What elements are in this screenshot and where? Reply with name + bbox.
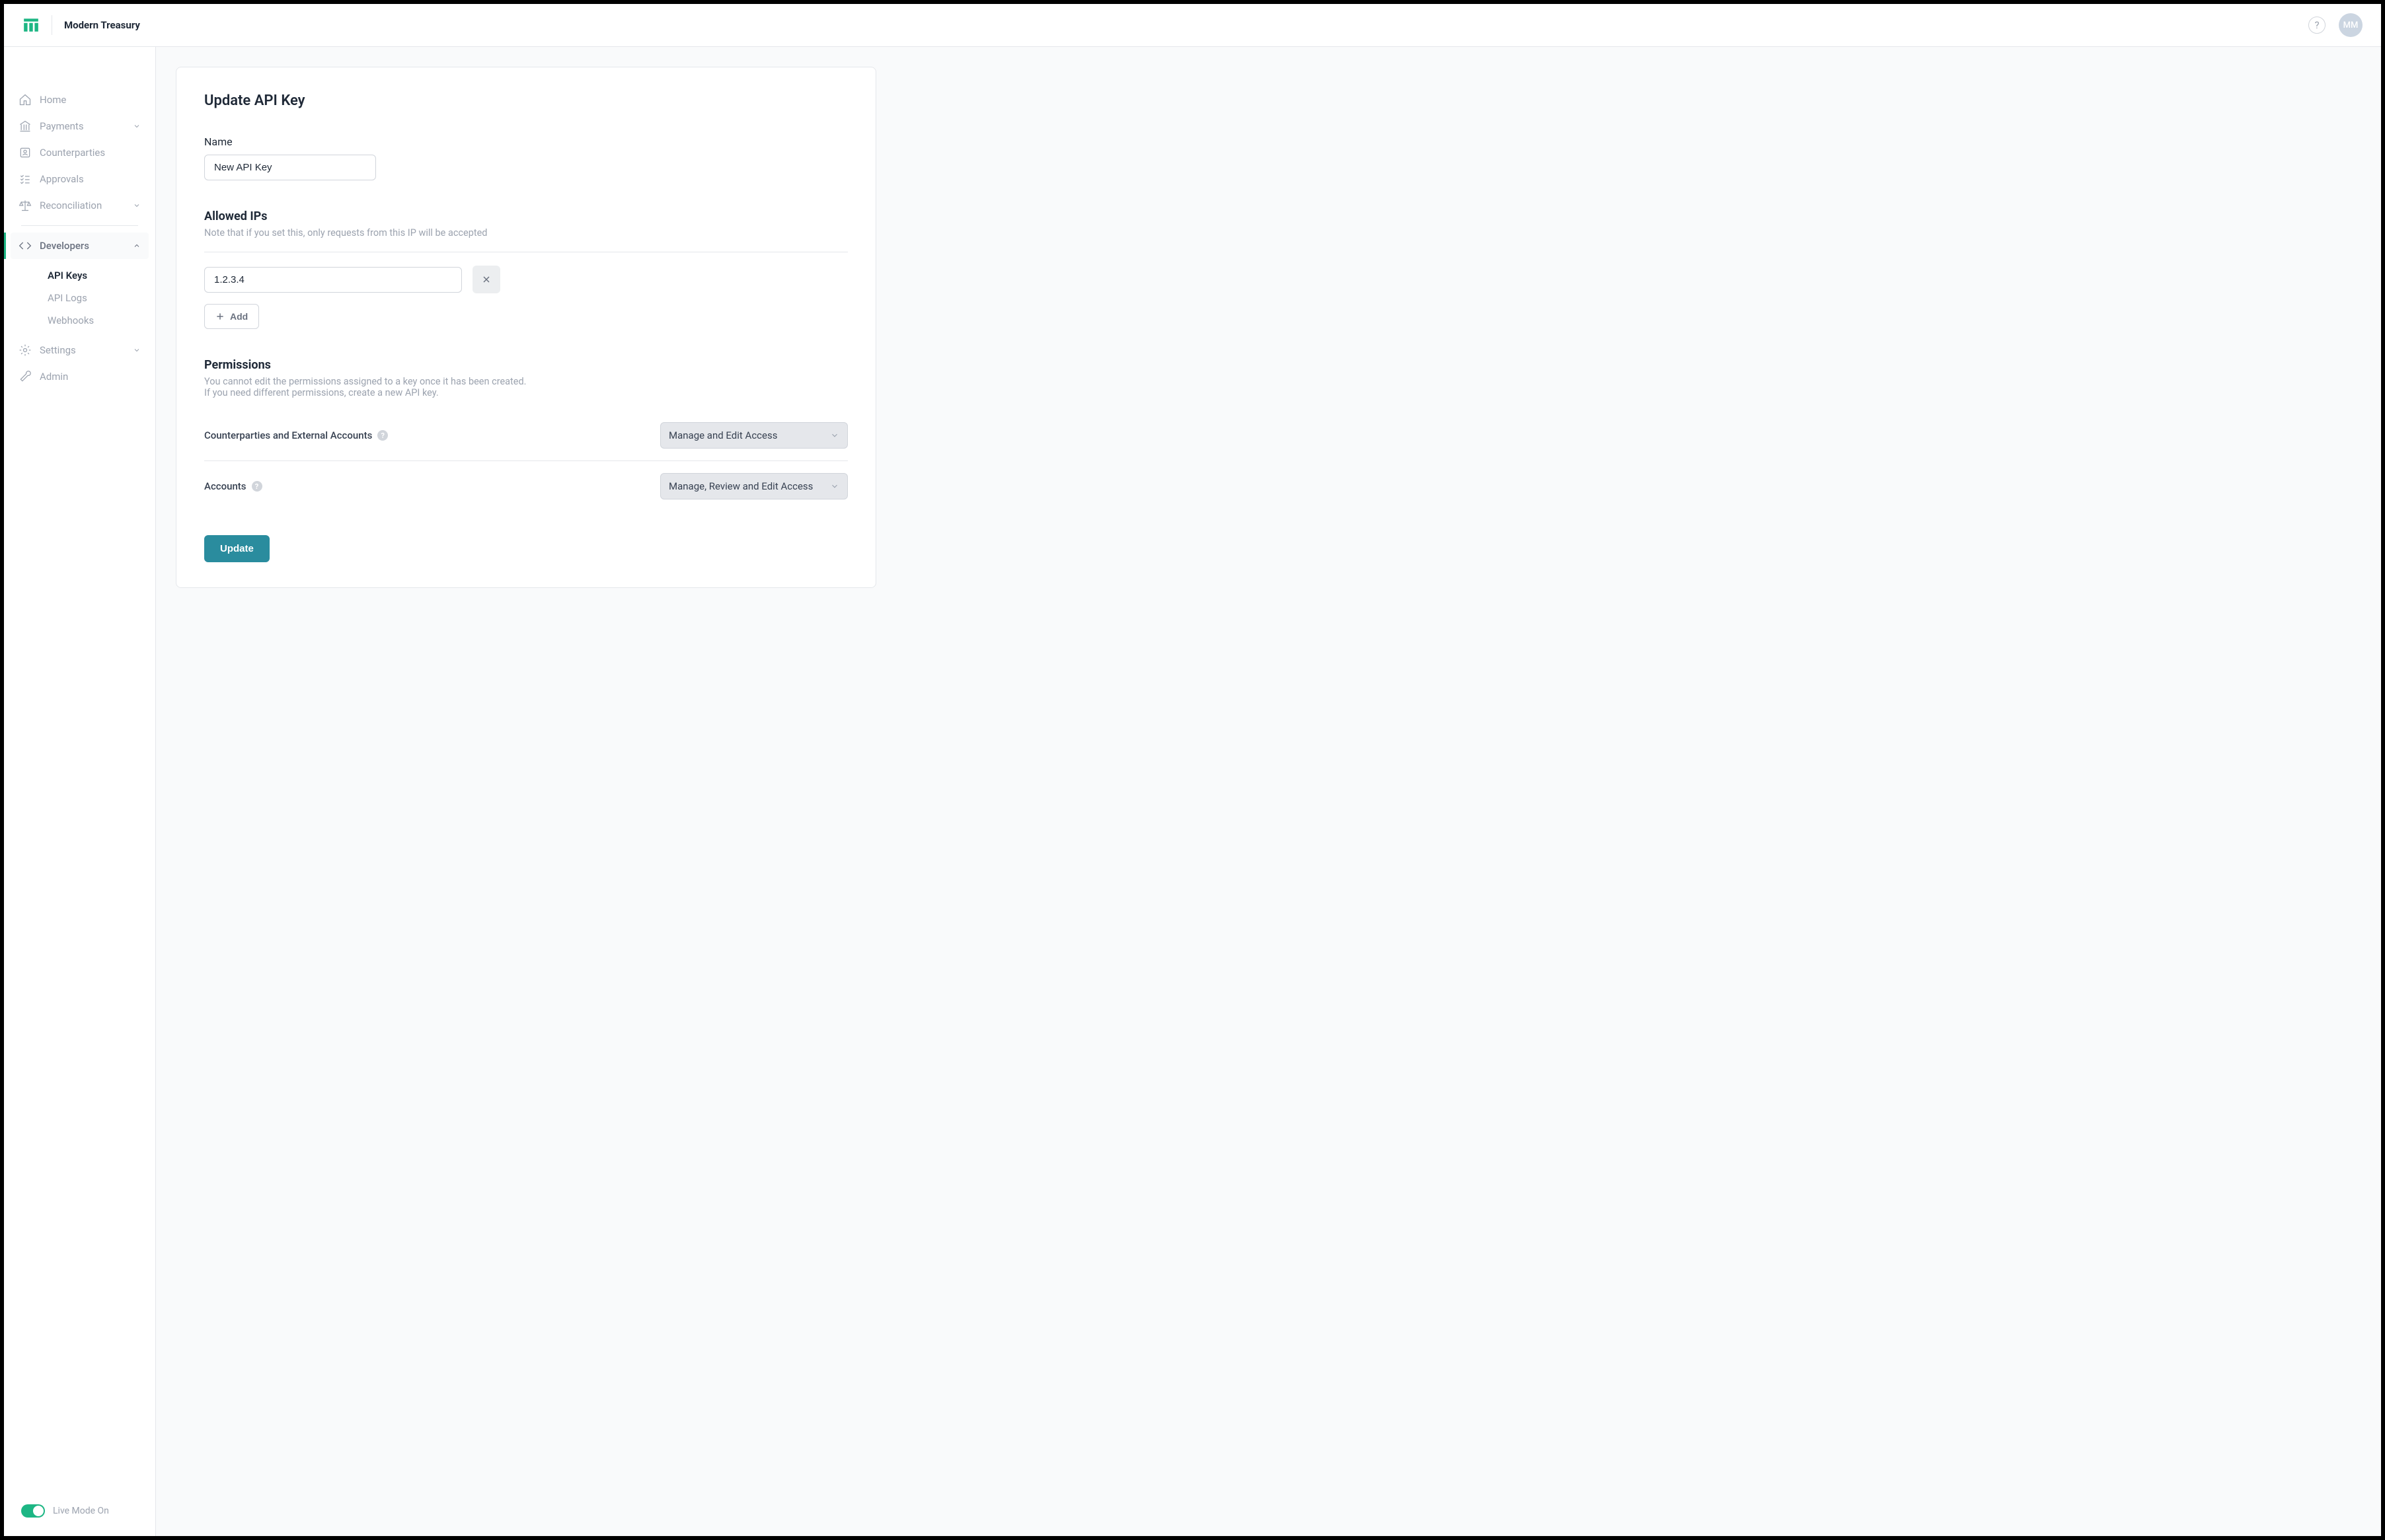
sidebar-item-settings[interactable]: Settings [11, 337, 149, 363]
perm-value-0: Manage and Edit Access [669, 429, 777, 441]
sidebar: Home Payments Counterparties Approvals [4, 47, 156, 1536]
perm-label-1: Accounts [204, 480, 246, 492]
app-header: Modern Treasury ? MM [4, 4, 2381, 47]
name-label: Name [204, 135, 848, 148]
home-icon [19, 93, 32, 106]
main-area: Update API Key Name Allowed IPs Note tha… [156, 47, 2381, 1536]
sidebar-item-label: Home [40, 94, 66, 106]
perm-value-1: Manage, Review and Edit Access [669, 480, 813, 492]
sidebar-item-label: Counterparties [40, 147, 105, 159]
avatar[interactable]: MM [2339, 13, 2363, 37]
name-input[interactable] [204, 155, 376, 180]
plus-icon [215, 312, 225, 321]
sidebar-item-label: Developers [40, 240, 89, 252]
chevron-down-icon [133, 346, 141, 354]
chevron-down-icon [133, 202, 141, 209]
sidebar-item-label: Payments [40, 120, 84, 132]
developers-subnav: API Keys API Logs Webhooks [11, 259, 149, 337]
ip-input[interactable] [204, 267, 462, 293]
sidebar-item-approvals[interactable]: Approvals [11, 166, 149, 192]
perm-label-0: Counterparties and External Accounts [204, 429, 372, 441]
brand-logo[interactable] [22, 17, 40, 34]
checklist-icon [19, 172, 32, 186]
form-card: Update API Key Name Allowed IPs Note tha… [176, 67, 876, 588]
permissions-title: Permissions [204, 358, 848, 372]
sidebar-item-label: Settings [40, 344, 76, 356]
chevron-down-icon [830, 482, 839, 491]
brand-logo-icon [22, 17, 40, 34]
wrench-icon [19, 370, 32, 383]
chevron-up-icon [133, 242, 141, 250]
code-icon [19, 239, 32, 252]
bank-icon [19, 120, 32, 133]
perm-select-0: Manage and Edit Access [660, 422, 848, 449]
sidebar-item-admin[interactable]: Admin [11, 363, 149, 390]
chevron-down-icon [133, 122, 141, 130]
sidebar-item-label: Reconciliation [40, 200, 102, 211]
allowed-ips-note: Note that if you set this, only requests… [204, 227, 848, 238]
gear-icon [19, 344, 32, 357]
remove-ip-button[interactable] [473, 266, 500, 293]
info-icon[interactable]: ? [377, 430, 388, 441]
brand-name: Modern Treasury [64, 19, 140, 31]
add-ip-button[interactable]: Add [204, 304, 259, 329]
help-icon[interactable]: ? [2308, 17, 2326, 34]
sidebar-item-counterparties[interactable]: Counterparties [11, 139, 149, 166]
contact-icon [19, 146, 32, 159]
update-button[interactable]: Update [204, 535, 270, 562]
sidebar-item-label: Approvals [40, 173, 84, 185]
sidebar-item-payments[interactable]: Payments [11, 113, 149, 139]
add-label: Add [230, 311, 248, 322]
permissions-note-2: If you need different permissions, creat… [204, 387, 848, 398]
page-title: Update API Key [204, 92, 848, 109]
scale-icon [19, 199, 32, 212]
nav-separator [21, 225, 138, 226]
subnav-api-keys[interactable]: API Keys [40, 264, 149, 287]
permissions-note-1: You cannot edit the permissions assigned… [204, 376, 848, 387]
allowed-ips-title: Allowed IPs [204, 209, 848, 223]
live-mode-label: Live Mode On [53, 1506, 109, 1516]
live-mode-toggle[interactable] [21, 1504, 45, 1518]
sidebar-item-label: Admin [40, 371, 68, 383]
sidebar-item-reconciliation[interactable]: Reconciliation [11, 192, 149, 219]
perm-select-1: Manage, Review and Edit Access [660, 473, 848, 499]
sidebar-item-developers[interactable]: Developers [11, 233, 149, 259]
close-icon [481, 274, 492, 285]
subnav-api-logs[interactable]: API Logs [40, 287, 149, 309]
chevron-down-icon [830, 431, 839, 440]
info-icon[interactable]: ? [252, 481, 262, 492]
subnav-webhooks[interactable]: Webhooks [40, 309, 149, 332]
sidebar-item-home[interactable]: Home [11, 87, 149, 113]
